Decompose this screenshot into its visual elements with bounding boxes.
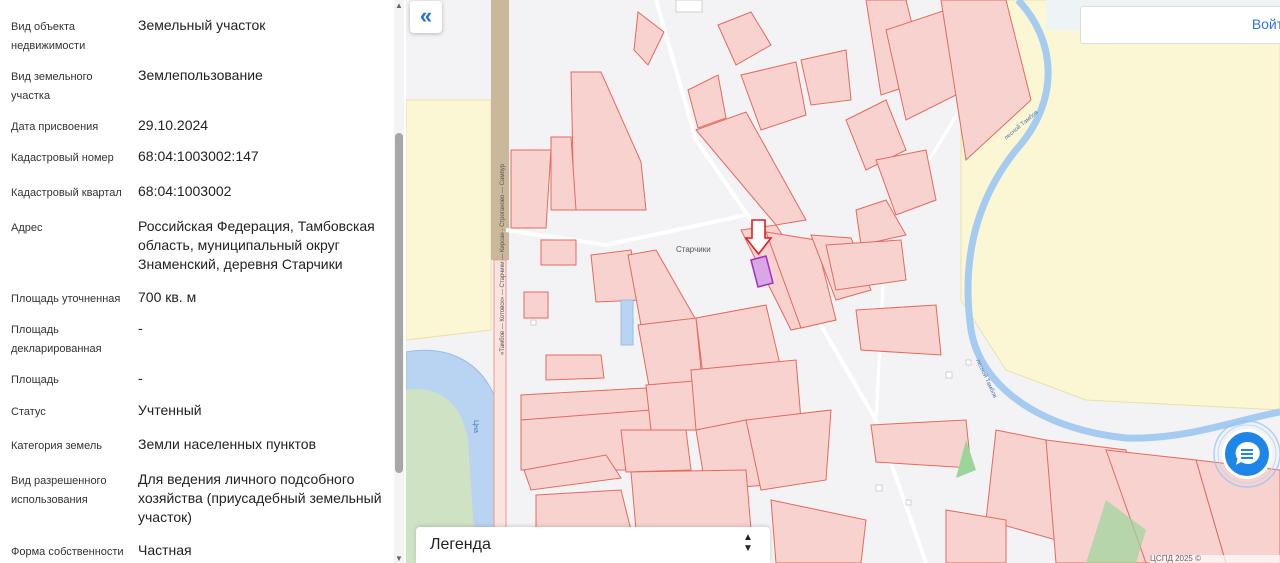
building: [965, 359, 972, 366]
property-value: 68:04:1003002: [138, 183, 232, 199]
property-value: Землепользование: [138, 67, 263, 83]
property-value: 68:04:1003002:147: [138, 148, 259, 164]
chat-bubble[interactable]: [1222, 429, 1272, 479]
property-value: Частная: [138, 542, 192, 558]
property-label: Вид земельного участка: [11, 71, 93, 102]
parcel: [630, 469, 752, 531]
property-label: Статус: [11, 406, 46, 418]
parcel: [570, 71, 647, 211]
chat-icon: [1235, 441, 1260, 465]
building: [530, 319, 537, 326]
property-value: -: [138, 370, 143, 386]
building: [945, 371, 953, 379]
property-label: Вид объекта недвижимости: [11, 21, 86, 52]
parcel: [695, 111, 807, 226]
building: [905, 499, 912, 506]
parcel: [620, 429, 692, 473]
property-value: Российская Федерация, Тамбовская область…: [138, 218, 375, 272]
building: [875, 484, 883, 492]
field-left: [406, 99, 492, 341]
scroll-down-icon[interactable]: ▼: [395, 554, 403, 563]
property-value: 700 кв. м: [138, 289, 197, 305]
scrollbar-thumb[interactable]: [395, 133, 403, 473]
building: [675, 0, 703, 13]
road-label: «Тамбов — Котовск» — Старчики — Кирсан -…: [500, 163, 506, 355]
collapse-panel-button[interactable]: «: [410, 1, 442, 33]
lake-label: Цна: [472, 420, 479, 433]
parcel: [800, 49, 852, 106]
legend-panel[interactable]: Легенда ▲ ▼: [416, 527, 770, 563]
login-link[interactable]: Войти: [1252, 16, 1280, 32]
property-value: Для ведения личного подсобного хозяйства…: [138, 471, 382, 525]
property-value: 29.10.2024: [138, 117, 209, 133]
property-label: Площадь декларированная: [11, 324, 102, 355]
parcel: [523, 291, 549, 319]
parcel: [545, 354, 605, 381]
panel-scrollbar[interactable]: ▲ ▼: [394, 0, 404, 563]
parcel: [510, 149, 552, 229]
property-value: -: [138, 320, 143, 336]
parcel: [770, 499, 867, 563]
legend-title: Легенда: [430, 536, 491, 553]
parcel: [540, 239, 577, 266]
parcel: [633, 11, 665, 66]
login-bar[interactable]: Войти: [1080, 6, 1280, 44]
map-canvas[interactable]: Цна лесной Тамбов лесной Тамбов «Тамбов …: [406, 0, 1280, 563]
village-label: Старчики: [676, 245, 711, 254]
property-label: Вид разрешенного использования: [11, 475, 107, 506]
property-label: Форма собственности: [11, 546, 124, 558]
property-label: Категория земель: [11, 440, 102, 452]
property-value: Учтенный: [138, 402, 202, 418]
parcel: [535, 489, 632, 531]
expand-collapse-icon[interactable]: ▲ ▼: [742, 532, 754, 554]
parcel: [870, 419, 972, 469]
cadastral-map[interactable]: Цна лесной Тамбов лесной Тамбов «Тамбов …: [406, 0, 1280, 563]
parcel: [627, 249, 697, 326]
parcel: [855, 304, 942, 356]
parcel: [717, 11, 772, 66]
parcel: [687, 74, 727, 129]
scroll-up-icon[interactable]: ▲: [395, 1, 403, 10]
parcel: [745, 409, 832, 491]
property-label: Кадастровый номер: [11, 152, 114, 164]
property-label: Адрес: [11, 222, 43, 234]
pond: [620, 299, 634, 346]
parcel: [825, 239, 907, 291]
chat-button[interactable]: [1212, 420, 1280, 488]
double-chevron-left-icon: «: [419, 3, 433, 28]
property-label: Кадастровый квартал: [11, 187, 122, 199]
parcel: [550, 136, 577, 211]
property-label: Площадь уточненная: [11, 293, 121, 305]
property-value: Земли населенных пунктов: [138, 436, 317, 452]
property-label: Дата присвоения: [11, 121, 99, 133]
property-label: Площадь: [11, 374, 59, 386]
property-value: Земельный участок: [138, 17, 266, 33]
map-attribution: ЦСПД 2025 ©: [1150, 555, 1280, 563]
property-info-panel: Вид объекта недвижимости Земельный участо…: [0, 0, 406, 563]
